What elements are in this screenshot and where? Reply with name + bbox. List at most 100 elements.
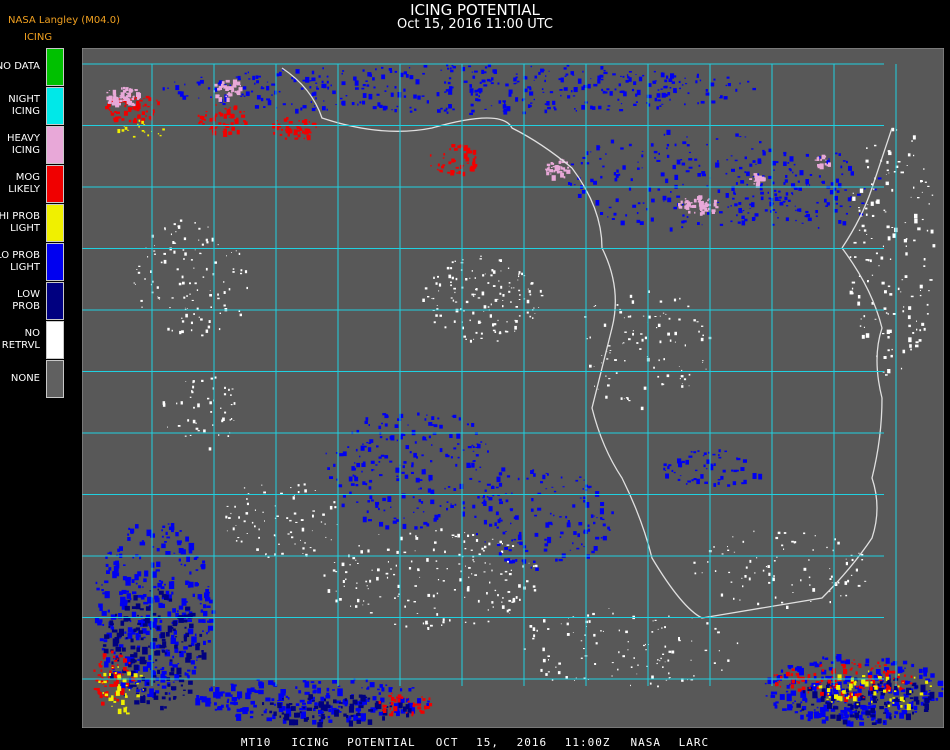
low-prob-light-cell bbox=[696, 478, 700, 485]
low-prob-light-cell bbox=[554, 108, 557, 111]
low-prob-light-cell bbox=[377, 688, 380, 691]
mog-likely-cell bbox=[307, 129, 311, 131]
low-prob-light-cell bbox=[579, 497, 582, 499]
no-retrieval-speck bbox=[830, 575, 833, 578]
no-retrieval-speck bbox=[169, 307, 171, 309]
low-prob-light-cell bbox=[859, 721, 865, 726]
heavy-icing-cell bbox=[116, 96, 119, 99]
hi-prob-light-cell bbox=[848, 695, 850, 697]
low-prob-light-cell bbox=[864, 188, 866, 190]
no-retrieval-speck bbox=[721, 669, 723, 671]
no-retrieval-speck bbox=[190, 329, 193, 332]
low-prob-cell bbox=[865, 710, 871, 716]
low-prob-light-cell bbox=[885, 657, 890, 664]
low-prob-light-cell bbox=[874, 188, 877, 191]
no-retrieval-speck bbox=[465, 565, 466, 567]
low-prob-light-cell bbox=[470, 103, 474, 107]
heavy-icing-cell bbox=[558, 160, 562, 164]
no-retrieval-speck bbox=[433, 276, 435, 279]
low-prob-light-cell bbox=[143, 636, 146, 639]
low-prob-light-cell bbox=[656, 106, 659, 110]
hi-prob-light-cell bbox=[902, 682, 904, 684]
no-retrieval-speck bbox=[208, 447, 212, 451]
no-retrieval-speck bbox=[914, 218, 918, 224]
no-retrieval-speck bbox=[518, 299, 521, 300]
no-retrieval-speck bbox=[919, 284, 923, 289]
low-prob-light-cell bbox=[666, 154, 670, 158]
no-retrieval-speck bbox=[519, 598, 521, 601]
no-retrieval-speck bbox=[198, 227, 201, 230]
low-prob-cell bbox=[157, 615, 161, 619]
low-prob-light-cell bbox=[799, 170, 804, 176]
low-prob-light-cell bbox=[437, 514, 441, 518]
mog-likely-cell bbox=[450, 170, 455, 176]
hi-prob-light-cell bbox=[834, 694, 839, 699]
no-retrieval-speck bbox=[871, 214, 875, 217]
no-retrieval-speck bbox=[442, 618, 445, 622]
low-prob-light-cell bbox=[318, 715, 321, 717]
low-prob-cell bbox=[174, 636, 178, 638]
low-prob-light-cell bbox=[549, 512, 552, 515]
legend-swatch bbox=[46, 48, 64, 86]
low-prob-light-cell bbox=[570, 90, 573, 93]
low-prob-light-cell bbox=[587, 83, 591, 89]
no-retrieval-speck bbox=[908, 306, 912, 310]
low-prob-cell bbox=[133, 664, 139, 670]
low-prob-cell bbox=[156, 626, 160, 630]
hi-prob-light-cell bbox=[133, 673, 138, 678]
low-prob-light-cell bbox=[144, 570, 149, 577]
low-prob-cell bbox=[303, 718, 308, 722]
low-prob-light-cell bbox=[178, 558, 181, 562]
low-prob-light-cell bbox=[341, 81, 346, 86]
low-prob-light-cell bbox=[623, 91, 627, 97]
low-prob-light-cell bbox=[362, 69, 365, 72]
mog-likely-cell bbox=[239, 111, 242, 113]
mog-likely-cell bbox=[795, 673, 800, 676]
mog-likely-cell bbox=[443, 153, 446, 156]
low-prob-light-cell bbox=[711, 100, 716, 104]
low-prob-light-cell bbox=[897, 708, 900, 710]
low-prob-light-cell bbox=[682, 220, 687, 223]
low-prob-light-cell bbox=[840, 709, 845, 713]
mog-likely-cell bbox=[236, 130, 240, 135]
no-retrieval-speck bbox=[469, 319, 471, 322]
no-retrieval-speck bbox=[510, 287, 513, 289]
no-retrieval-speck bbox=[327, 589, 331, 593]
low-prob-light-cell bbox=[847, 197, 852, 202]
mog-likely-cell bbox=[455, 166, 459, 169]
low-prob-light-cell bbox=[175, 85, 180, 91]
mog-likely-cell bbox=[104, 685, 107, 687]
low-prob-light-cell bbox=[200, 609, 204, 613]
low-prob-light-cell bbox=[818, 175, 821, 178]
low-prob-light-cell bbox=[498, 472, 503, 476]
no-retrieval-speck bbox=[921, 218, 924, 221]
no-retrieval-speck bbox=[194, 249, 196, 251]
low-prob-light-cell bbox=[530, 566, 532, 569]
low-prob-light-cell bbox=[469, 84, 472, 88]
low-prob-light-cell bbox=[191, 669, 196, 675]
low-prob-light-cell bbox=[726, 76, 730, 79]
low-prob-light-cell bbox=[328, 708, 332, 713]
low-prob-light-cell bbox=[268, 680, 274, 685]
low-prob-light-cell bbox=[902, 660, 908, 665]
low-prob-cell bbox=[133, 595, 138, 601]
low-prob-light-cell bbox=[904, 667, 906, 669]
hi-prob-light-cell bbox=[919, 692, 924, 696]
low-prob-light-cell bbox=[338, 705, 341, 708]
low-prob-light-cell bbox=[600, 212, 604, 215]
low-prob-light-cell bbox=[727, 206, 730, 208]
no-retrieval-speck bbox=[664, 626, 666, 629]
no-retrieval-speck bbox=[717, 631, 720, 634]
low-prob-light-cell bbox=[575, 110, 577, 112]
no-retrieval-speck bbox=[379, 596, 382, 598]
low-prob-light-cell bbox=[248, 78, 251, 80]
no-retrieval-speck bbox=[757, 602, 760, 606]
low-prob-light-cell bbox=[189, 571, 192, 575]
low-prob-light-cell bbox=[804, 679, 808, 684]
hi-prob-light-cell bbox=[909, 690, 912, 694]
low-prob-light-cell bbox=[846, 160, 848, 164]
low-prob-light-cell bbox=[688, 166, 693, 169]
low-prob-light-cell bbox=[337, 688, 343, 697]
low-prob-cell bbox=[367, 697, 371, 700]
no-retrieval-speck bbox=[630, 666, 633, 668]
